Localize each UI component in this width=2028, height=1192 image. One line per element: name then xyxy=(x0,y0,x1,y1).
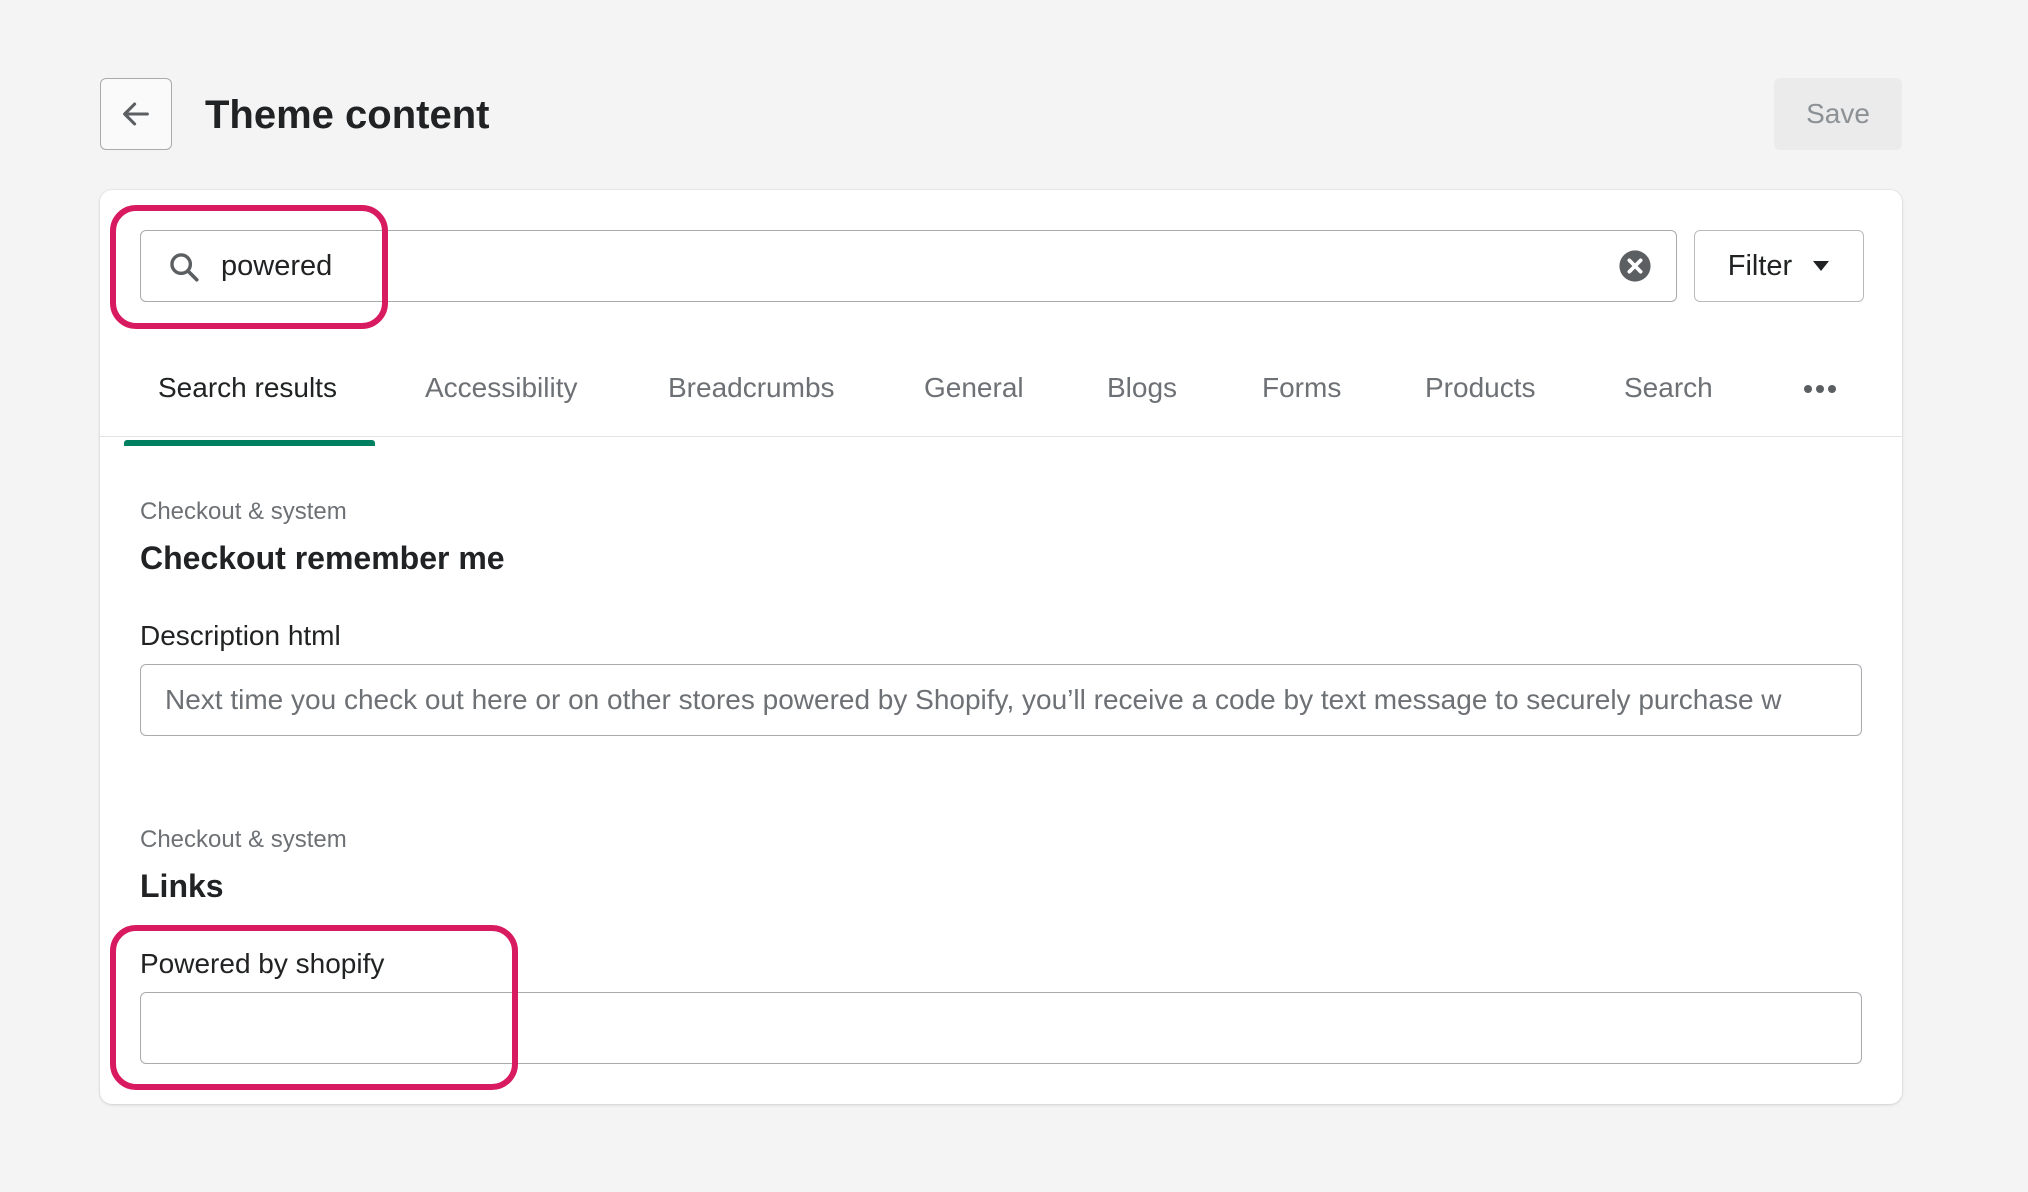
tab-breadcrumbs[interactable]: Breadcrumbs xyxy=(668,350,835,437)
description-html-field[interactable]: Next time you check out here or on other… xyxy=(140,664,1862,736)
tab-blogs[interactable]: Blogs xyxy=(1107,350,1177,437)
filter-button[interactable]: Filter xyxy=(1694,230,1864,302)
field-label-description-html: Description html xyxy=(140,620,341,651)
save-button[interactable]: Save xyxy=(1774,78,1902,150)
tab-forms[interactable]: Forms xyxy=(1262,350,1341,437)
tab-search-results[interactable]: Search results xyxy=(158,350,337,437)
back-button[interactable] xyxy=(100,78,172,150)
field-label-powered-by-shopify: Powered by shopify xyxy=(140,948,385,979)
tab-accessibility[interactable]: Accessibility xyxy=(425,350,577,437)
arrow-left-icon xyxy=(123,102,149,126)
filter-label: Filter xyxy=(1727,249,1793,282)
result-category: Checkout & system xyxy=(140,826,347,853)
theme-content-card: powered Filter Search results Accessibil… xyxy=(100,190,1902,1104)
tab-general[interactable]: General xyxy=(924,350,1024,437)
page-title: Theme content xyxy=(205,93,490,137)
result-title: Links xyxy=(140,868,224,904)
tab-products[interactable]: Products xyxy=(1425,350,1536,437)
search-input[interactable]: powered xyxy=(140,230,1677,302)
powered-by-shopify-field[interactable] xyxy=(140,992,1862,1064)
theme-content-page: Theme content Save powered Filter Search… xyxy=(0,0,2028,1192)
more-horizontal-icon[interactable] xyxy=(1800,374,1840,404)
search-icon xyxy=(170,253,199,282)
result-title: Checkout remember me xyxy=(140,540,505,576)
clear-icon[interactable] xyxy=(1618,249,1652,283)
search-query[interactable]: powered xyxy=(221,231,332,301)
active-tab-indicator xyxy=(124,440,375,446)
caret-down-icon xyxy=(1813,261,1830,271)
result-category: Checkout & system xyxy=(140,498,347,525)
tab-search[interactable]: Search xyxy=(1624,350,1713,437)
tab-bar: Search results Accessibility Breadcrumbs… xyxy=(100,350,1902,437)
